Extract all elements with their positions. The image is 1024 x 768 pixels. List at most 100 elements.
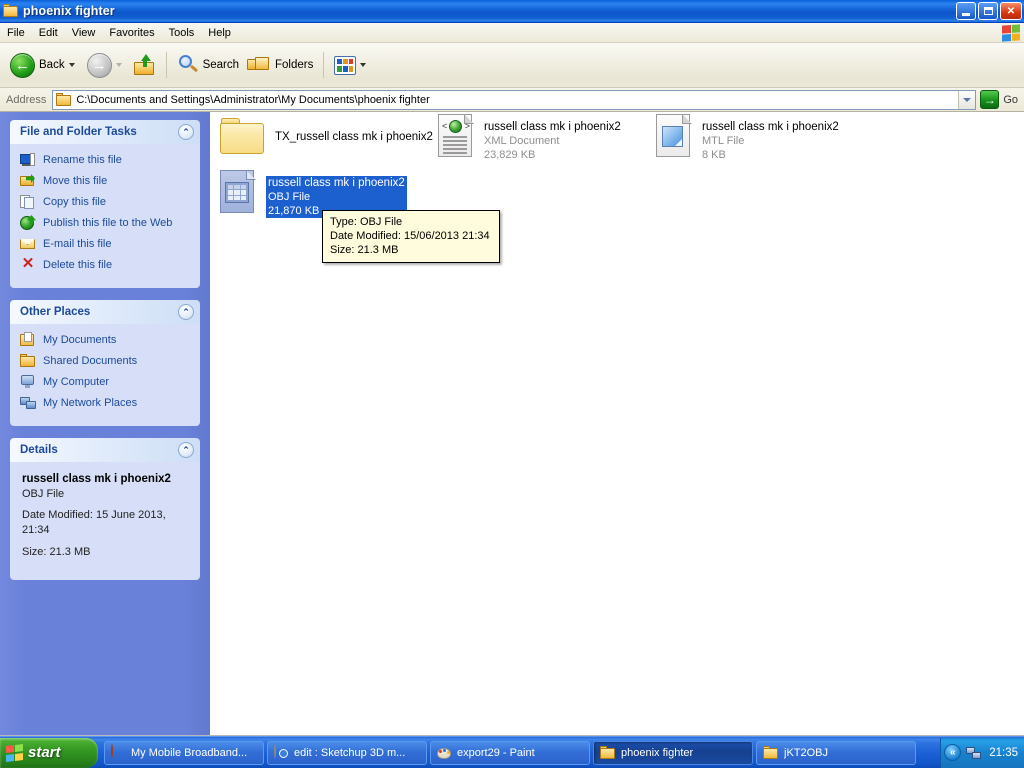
explorer-content: File and Folder Tasks ⌃ Rename this file… [0,112,1024,736]
window-titlebar: phoenix fighter ✕ [0,0,1024,23]
taskbar-button-label: My Mobile Broadband... [131,746,248,759]
folder-icon [763,746,779,759]
panel-body: russell class mk i phoenix2 OBJ File Dat… [10,462,200,580]
views-dropdown-icon[interactable] [360,63,367,67]
task-move-this-file[interactable]: Move this file [20,173,192,189]
panel-header[interactable]: Details ⌃ [10,438,200,462]
taskbar-buttons: My Mobile Broadband... edit : Sketchup 3… [104,740,940,765]
address-bar: Address C:\Documents and Settings\Admini… [0,88,1024,112]
taskbar-button-label: edit : Sketchup 3D m... [294,746,406,759]
taskbar-button-label: jKT2OBJ [784,746,829,759]
file-size: 23,829 KB [484,149,536,161]
panel-title: Details [20,444,58,456]
windows-flag-icon [6,743,23,762]
task-delete-this-file[interactable]: ✕ Delete this file [20,255,192,273]
menu-item-favorites[interactable]: Favorites [102,25,161,41]
file-item-mtl-file[interactable]: russell class mk i phoenix2 MTL File 8 K… [656,114,839,162]
task-label: Delete this file [43,259,113,271]
task-label: Rename this file [43,154,122,166]
clock[interactable]: 21:35 [989,747,1018,759]
start-button[interactable]: start [0,737,98,768]
address-dropdown-button[interactable] [958,90,976,109]
place-label: My Documents [43,334,117,346]
my-computer-icon [20,374,36,390]
folder-icon [600,746,616,759]
task-copy-this-file[interactable]: Copy this file [20,194,192,210]
tooltip-date-modified: Date Modified: 15/06/2013 21:34 [330,230,490,242]
file-list[interactable]: TX_russell class mk i phoenix2 < > russe… [210,112,1024,736]
task-rename-this-file[interactable]: Rename this file [20,152,192,168]
taskbar-button-jkt2obj[interactable]: jKT2OBJ [756,740,916,765]
taskbar-button-label: export29 - Paint [457,746,535,759]
delete-icon: ✕ [21,255,35,272]
address-folder-icon [56,93,72,106]
details-size: Size: 21.3 MB [22,546,91,559]
menu-item-help[interactable]: Help [201,25,238,41]
close-button[interactable]: ✕ [1000,2,1022,20]
back-dropdown-icon[interactable] [68,63,75,67]
publish-icon [20,215,36,231]
place-my-documents[interactable]: My Documents [20,332,192,348]
search-button[interactable]: Search [173,48,243,82]
task-label: E-mail this file [43,238,112,250]
menu-item-tools[interactable]: Tools [162,25,202,41]
file-label: russell class mk i phoenix2 XML Document… [484,120,621,162]
file-label: TX_russell class mk i phoenix2 [275,130,433,144]
minimize-button[interactable] [956,2,976,20]
rename-icon [20,152,36,168]
maximize-button[interactable] [978,2,998,20]
paint-icon [437,745,452,760]
file-item-xml-document[interactable]: < > russell class mk i phoenix2 XML Docu… [438,114,621,162]
task-publish-this-file-to-the-web[interactable]: Publish this file to the Web [20,215,192,231]
search-label: Search [202,59,240,71]
go-button[interactable]: → Go [978,90,1024,109]
network-icon[interactable] [966,746,982,760]
up-button[interactable] [130,48,160,82]
details-date-modified: Date Modified: 15 June 2013, 21:34 [22,508,166,536]
search-icon [177,54,199,76]
collapse-chevron-icon[interactable]: ⌃ [178,124,194,140]
menu-item-file[interactable]: File [0,25,32,41]
address-input[interactable]: C:\Documents and Settings\Administrator\… [52,89,977,110]
my-documents-icon [20,332,36,348]
panel-header[interactable]: Other Places ⌃ [10,300,200,324]
forward-dropdown-icon[interactable] [115,63,122,67]
address-label: Address [6,93,47,106]
window-title: phoenix fighter [23,4,115,18]
xml-document-icon: < > [438,114,474,158]
collapse-chevron-icon[interactable]: ⌃ [178,304,194,320]
obj-file-icon [220,170,256,214]
address-value: C:\Documents and Settings\Administrator\… [76,93,430,106]
task-email-this-file[interactable]: E-mail this file [20,236,192,252]
taskbar-button-paint[interactable]: export29 - Paint [430,740,590,765]
folders-button[interactable]: Folders [243,48,317,82]
collapse-chevron-icon[interactable]: ⌃ [178,442,194,458]
folders-label: Folders [275,59,314,71]
firefox-icon [111,744,126,760]
file-type: MTL File [702,135,745,147]
place-shared-documents[interactable]: Shared Documents [20,353,192,369]
file-type: OBJ File [268,191,311,203]
mtl-file-icon [656,114,692,158]
file-item-folder[interactable]: TX_russell class mk i phoenix2 [220,116,433,156]
details-file-type: OBJ File [22,487,65,500]
windows-logo-icon [1002,24,1020,42]
panel-title: Other Places [20,306,91,318]
place-my-network-places[interactable]: My Network Places [20,395,192,411]
place-label: My Computer [43,376,110,388]
tray-expand-icon[interactable]: « [944,744,962,761]
menu-item-view[interactable]: View [65,25,103,41]
panel-header[interactable]: File and Folder Tasks ⌃ [10,120,200,144]
place-my-computer[interactable]: My Computer [20,374,192,390]
back-button[interactable]: ← Back [6,48,83,82]
views-button[interactable] [330,48,374,82]
taskbar-button-my-mobile-broadband[interactable]: My Mobile Broadband... [104,740,264,765]
taskbar-button-sketchup[interactable]: edit : Sketchup 3D m... [267,740,427,765]
forward-button[interactable]: → [83,48,130,82]
back-label: Back [39,59,65,71]
file-name: russell class mk i phoenix2 [268,177,405,189]
menu-item-edit[interactable]: Edit [32,25,65,41]
navigation-toolbar: ← Back → Search Folders [0,43,1024,88]
tooltip-type: Type: OBJ File [330,216,403,228]
taskbar-button-phoenix-fighter[interactable]: phoenix fighter [593,740,753,765]
